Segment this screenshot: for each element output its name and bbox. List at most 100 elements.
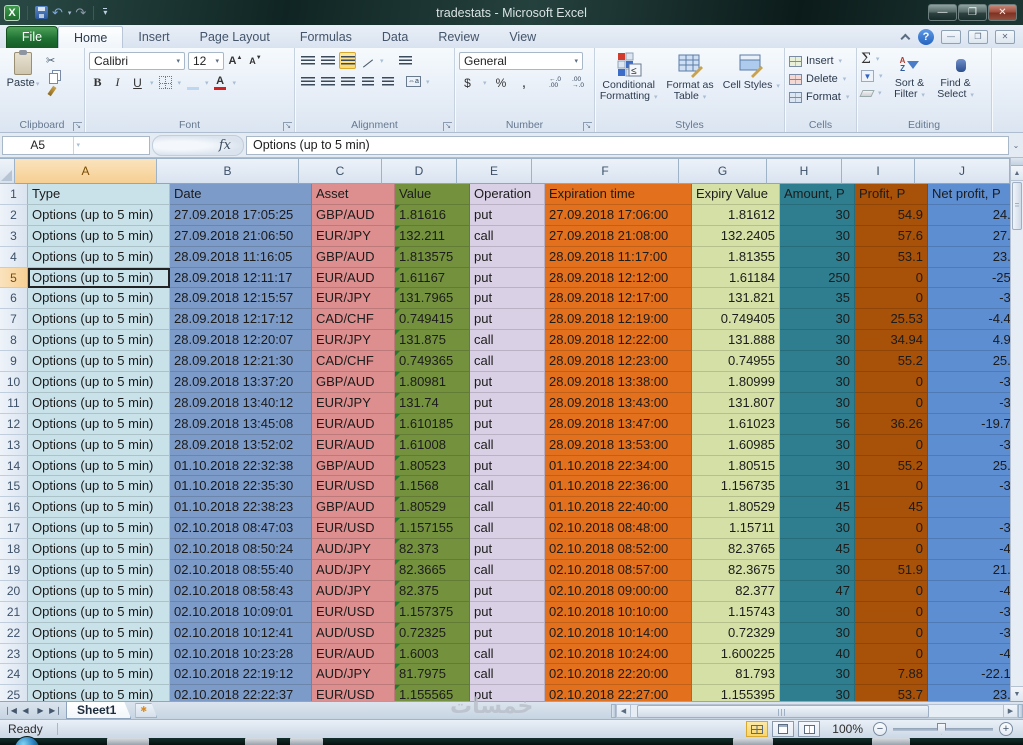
cell-J3[interactable]: 27.6: [928, 226, 1010, 247]
customize-qat-icon[interactable]: ▾: [103, 8, 107, 17]
cell-J25[interactable]: 23.7: [928, 685, 1010, 701]
cell-F9[interactable]: 28.09.2018 12:23:00: [545, 351, 692, 372]
row-header-2[interactable]: 2: [0, 205, 28, 226]
col-header-G[interactable]: G: [679, 158, 767, 184]
cell-F19[interactable]: 02.10.2018 08:57:00: [545, 560, 692, 581]
cell-B14[interactable]: 01.10.2018 22:32:38: [170, 456, 312, 477]
cell-J16[interactable]: 0: [928, 497, 1010, 518]
cell-B18[interactable]: 02.10.2018 08:50:24: [170, 539, 312, 560]
scroll-down-icon[interactable]: ▼: [1011, 686, 1023, 701]
cell-A22[interactable]: Options (up to 5 min): [28, 623, 170, 644]
cell-C2[interactable]: GBP/AUD: [312, 205, 395, 226]
cell-G12[interactable]: 1.61023: [692, 414, 780, 435]
taskbar-button[interactable]: [872, 738, 910, 745]
cell-J19[interactable]: 21.9: [928, 560, 1010, 581]
cell-A17[interactable]: Options (up to 5 min): [28, 518, 170, 539]
cell-C3[interactable]: EUR/JPY: [312, 226, 395, 247]
percent-style-icon[interactable]: %: [493, 74, 510, 91]
delete-cells-button[interactable]: Delete▾: [789, 70, 853, 88]
cell-H24[interactable]: 30: [780, 664, 855, 685]
name-box-dropdown-icon[interactable]: ▾: [73, 137, 150, 154]
cell-H20[interactable]: 47: [780, 581, 855, 602]
insert-worksheet-button[interactable]: [135, 703, 157, 718]
cell-G11[interactable]: 131.807: [692, 393, 780, 414]
zoom-out-button[interactable]: −: [873, 722, 887, 736]
cell-F15[interactable]: 01.10.2018 22:36:00: [545, 476, 692, 497]
cell-G19[interactable]: 82.3675: [692, 560, 780, 581]
row-header-18[interactable]: 18: [0, 539, 28, 560]
row-header-15[interactable]: 15: [0, 476, 28, 497]
cell-I13[interactable]: 0: [855, 435, 928, 456]
cell-A8[interactable]: Options (up to 5 min): [28, 330, 170, 351]
cell-F13[interactable]: 28.09.2018 13:53:00: [545, 435, 692, 456]
expand-formula-bar-icon[interactable]: ⌄: [1009, 141, 1023, 150]
undo-icon[interactable]: ↶: [52, 5, 63, 21]
cell-I17[interactable]: 0: [855, 518, 928, 539]
cell-I19[interactable]: 51.9: [855, 560, 928, 581]
cell-D14[interactable]: 1.80523: [395, 456, 470, 477]
row-header-6[interactable]: 6: [0, 288, 28, 309]
fill-color-button[interactable]: [184, 74, 201, 91]
workbook-restore-button[interactable]: ❐: [968, 30, 988, 44]
cell-A23[interactable]: Options (up to 5 min): [28, 644, 170, 665]
row-header-4[interactable]: 4: [0, 247, 28, 268]
borders-button[interactable]: [157, 74, 174, 91]
col-header-H[interactable]: H: [767, 158, 842, 184]
col-header-J[interactable]: J: [915, 158, 1010, 184]
orientation-icon[interactable]: [359, 52, 376, 69]
cell-C22[interactable]: AUD/USD: [312, 623, 395, 644]
cell-F24[interactable]: 02.10.2018 22:20:00: [545, 664, 692, 685]
cell-B10[interactable]: 28.09.2018 13:37:20: [170, 372, 312, 393]
cell-E9[interactable]: call: [470, 351, 545, 372]
cell-C24[interactable]: AUD/JPY: [312, 664, 395, 685]
cell-E23[interactable]: call: [470, 644, 545, 665]
decrease-decimal-icon[interactable]: .00→.0: [570, 74, 587, 91]
cell-I22[interactable]: 0: [855, 623, 928, 644]
prev-sheet-icon[interactable]: ◀: [19, 706, 32, 715]
cell-G21[interactable]: 1.15743: [692, 602, 780, 623]
cell-F16[interactable]: 01.10.2018 22:40:00: [545, 497, 692, 518]
cell-B8[interactable]: 28.09.2018 12:20:07: [170, 330, 312, 351]
insert-function-icon[interactable]: fx: [219, 138, 243, 153]
cell-G23[interactable]: 1.600225: [692, 644, 780, 665]
cell-J11[interactable]: -30: [928, 393, 1010, 414]
row-header-23[interactable]: 23: [0, 644, 28, 665]
cell-E24[interactable]: call: [470, 664, 545, 685]
zoom-slider[interactable]: [893, 728, 993, 731]
start-button-icon[interactable]: [14, 736, 40, 745]
cell-I8[interactable]: 34.94: [855, 330, 928, 351]
close-button[interactable]: ✕: [988, 4, 1017, 21]
row-header-10[interactable]: 10: [0, 372, 28, 393]
cell-G18[interactable]: 82.3765: [692, 539, 780, 560]
font-name-select[interactable]: Calibri▾: [89, 52, 185, 70]
cell-G8[interactable]: 131.888: [692, 330, 780, 351]
cell-J18[interactable]: -45: [928, 539, 1010, 560]
cell-F7[interactable]: 28.09.2018 12:19:00: [545, 309, 692, 330]
cell-I10[interactable]: 0: [855, 372, 928, 393]
cell-F2[interactable]: 27.09.2018 17:06:00: [545, 205, 692, 226]
tab-insert[interactable]: Insert: [123, 26, 184, 48]
number-format-select[interactable]: General▾: [459, 52, 583, 70]
cell-B24[interactable]: 02.10.2018 22:19:12: [170, 664, 312, 685]
cell-H21[interactable]: 30: [780, 602, 855, 623]
cell-B7[interactable]: 28.09.2018 12:17:12: [170, 309, 312, 330]
copy-icon[interactable]: [49, 73, 58, 84]
cell-J10[interactable]: -30: [928, 372, 1010, 393]
cell-A6[interactable]: Options (up to 5 min): [28, 288, 170, 309]
cell-G9[interactable]: 0.74955: [692, 351, 780, 372]
cell-D25[interactable]: 1.155565: [395, 685, 470, 701]
format-cells-button[interactable]: Format▾: [789, 88, 853, 106]
cell-G15[interactable]: 1.156735: [692, 476, 780, 497]
cell-C9[interactable]: CAD/CHF: [312, 351, 395, 372]
cell-H10[interactable]: 30: [780, 372, 855, 393]
cell-F22[interactable]: 02.10.2018 10:14:00: [545, 623, 692, 644]
cell-J17[interactable]: -30: [928, 518, 1010, 539]
cell-F5[interactable]: 28.09.2018 12:12:00: [545, 268, 692, 289]
format-painter-icon[interactable]: [47, 86, 56, 96]
cell-H17[interactable]: 30: [780, 518, 855, 539]
cell-B4[interactable]: 28.09.2018 11:16:05: [170, 247, 312, 268]
cell-C25[interactable]: EUR/USD: [312, 685, 395, 701]
cell-F10[interactable]: 28.09.2018 13:38:00: [545, 372, 692, 393]
cell-B6[interactable]: 28.09.2018 12:15:57: [170, 288, 312, 309]
clipboard-dialog-launcher-icon[interactable]: ↘: [73, 122, 82, 131]
